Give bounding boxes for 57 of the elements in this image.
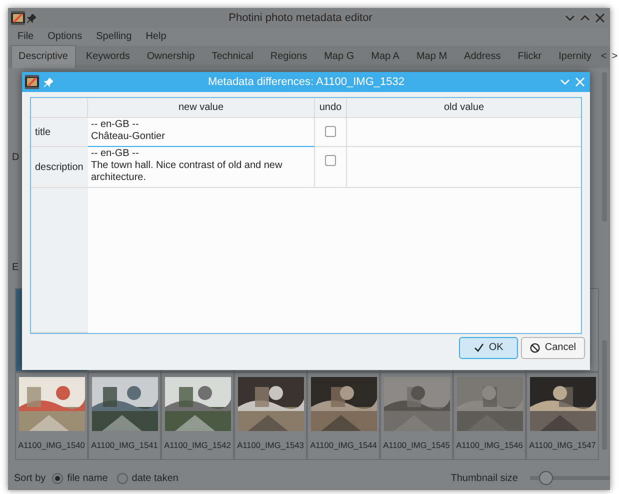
menu-item[interactable]: File xyxy=(10,28,41,46)
tab-scroll-arrow[interactable]: > xyxy=(609,46,619,68)
cancel-button[interactable]: Cancel xyxy=(520,336,585,358)
radio-label: file name xyxy=(67,472,108,486)
tab[interactable]: Address xyxy=(457,46,508,68)
ok-button[interactable]: OK xyxy=(458,336,518,358)
tab[interactable]: Technical xyxy=(204,46,260,68)
tab-scroll-arrow[interactable]: < xyxy=(598,46,610,68)
field-label: E xyxy=(12,261,19,275)
pin-icon[interactable] xyxy=(27,14,36,22)
field-label: D xyxy=(12,151,20,165)
menu-item[interactable]: Help xyxy=(138,28,174,46)
tab[interactable]: Map M xyxy=(409,46,454,68)
dialog-title: Metadata differences: A1100_IMG_1532 xyxy=(206,74,406,90)
tab[interactable]: Ipernity xyxy=(552,46,598,68)
thumbnail-label: A1100_IMG_1542 xyxy=(164,439,231,452)
tab[interactable]: Ownership xyxy=(140,46,202,68)
slider-handle[interactable] xyxy=(539,470,553,484)
sort-label: Sort by xyxy=(14,472,46,486)
tab[interactable]: Keywords xyxy=(78,46,137,68)
tab[interactable]: Flickr xyxy=(510,46,549,68)
thumbnail-label: A1100_IMG_1540 xyxy=(18,439,85,452)
check-icon xyxy=(474,343,484,352)
radio-button[interactable] xyxy=(52,472,64,484)
thumbnail-label: A1100_IMG_1541 xyxy=(91,439,158,452)
tab[interactable]: Map G xyxy=(317,46,362,68)
app-icon xyxy=(10,11,24,25)
window-title: Photini photo metadata editor xyxy=(228,10,374,26)
thumbnail-label: A1100_IMG_1543 xyxy=(237,439,304,452)
thumbnail-label: A1100_IMG_1547 xyxy=(529,439,596,452)
radio-button[interactable] xyxy=(116,472,128,484)
tab[interactable]: Map A xyxy=(364,46,406,68)
row-label: title xyxy=(31,118,88,147)
thumbnail-label: A1100_IMG_1544 xyxy=(310,439,377,452)
thumbnail-label: A1100_IMG_1545 xyxy=(383,439,450,452)
close-icon[interactable] xyxy=(595,13,605,23)
app-icon xyxy=(24,75,38,89)
column-header: old value xyxy=(347,98,581,118)
value-cell[interactable]: -- en-GB -- Château-Gontier xyxy=(88,118,315,147)
minimize-icon[interactable] xyxy=(565,13,575,23)
maximize-icon[interactable] xyxy=(580,13,590,23)
value-cell[interactable]: -- en-GB -- The town hall. Nice contrast of old and new architecture. xyxy=(88,147,315,188)
undo-checkbox[interactable] xyxy=(325,155,336,166)
cancel-icon xyxy=(530,342,540,352)
minimize-icon[interactable] xyxy=(560,77,570,87)
undo-checkbox[interactable] xyxy=(325,126,336,137)
thumbnail-label: A1100_IMG_1546 xyxy=(456,439,523,452)
radio-label: date taken xyxy=(132,472,178,486)
size-label: Thumbnail size xyxy=(450,472,518,486)
row-label: description xyxy=(31,147,88,188)
tab[interactable]: Regions xyxy=(263,46,314,68)
menu-item[interactable]: Options xyxy=(40,28,90,46)
column-header: undo xyxy=(315,98,347,118)
header-corner xyxy=(31,98,88,118)
column-header: new value xyxy=(88,98,315,118)
tab[interactable]: Descriptive xyxy=(10,45,76,68)
menu-item[interactable]: Spelling xyxy=(89,28,139,46)
